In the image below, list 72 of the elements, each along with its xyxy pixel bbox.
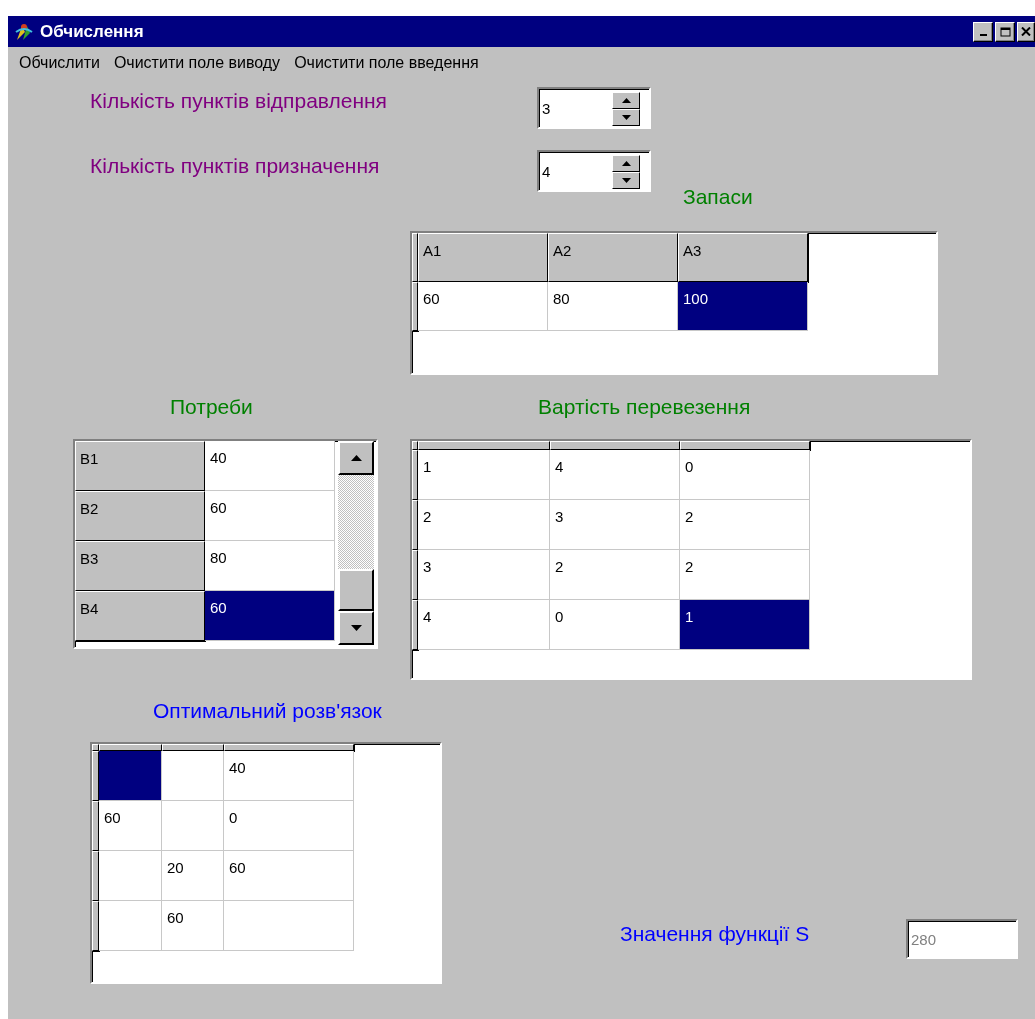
- grid-cell[interactable]: 3: [418, 550, 550, 600]
- grid-cell[interactable]: 3: [550, 500, 680, 550]
- grid-header-cell: B4: [75, 591, 205, 641]
- menu-item[interactable]: Обчислити: [12, 52, 107, 74]
- scroll-down-button[interactable]: [338, 611, 374, 645]
- grid-cell[interactable]: 0: [550, 600, 680, 650]
- grid-header-cell: B3: [75, 541, 205, 591]
- grid-cell[interactable]: 60: [224, 851, 354, 901]
- grid-cell[interactable]: [162, 801, 224, 851]
- menu-item[interactable]: Очистити поле введення: [287, 52, 486, 74]
- grid-cell[interactable]: 40: [205, 441, 335, 491]
- grid-header-cell: B2: [75, 491, 205, 541]
- grid-cell[interactable]: 60: [205, 491, 335, 541]
- field-label: Вартість перевезення: [538, 395, 751, 419]
- spin-down-button[interactable]: [612, 109, 640, 126]
- close-icon: [1021, 27, 1031, 36]
- caret-down-icon: [350, 625, 362, 631]
- menu-item[interactable]: Очистити поле виводу: [106, 52, 288, 74]
- caret-up-icon: [621, 161, 631, 166]
- minimize-icon: [979, 34, 987, 36]
- window-title: Обчислення: [40, 21, 145, 42]
- caret-down-icon: [621, 115, 631, 120]
- grid-cell[interactable]: [162, 751, 224, 801]
- grid-cell[interactable]: 20: [162, 851, 224, 901]
- caret-up-icon: [350, 455, 362, 461]
- spin-down-button[interactable]: [612, 172, 640, 189]
- grid-cell[interactable]: 1: [418, 450, 550, 500]
- grid-cell[interactable]: 4: [550, 450, 680, 500]
- grid-cell[interactable]: 60: [99, 801, 162, 851]
- spin-up-button[interactable]: [612, 155, 640, 172]
- number-field[interactable]: 4: [537, 150, 651, 192]
- grid-cell[interactable]: 2: [680, 550, 810, 600]
- scrollbar-track[interactable]: [338, 441, 374, 645]
- grid-cell[interactable]: 0: [224, 801, 354, 851]
- spin-up-button[interactable]: [612, 92, 640, 109]
- grid-cell[interactable]: 4: [418, 600, 550, 650]
- caret-up-icon: [621, 98, 631, 103]
- field-label: Оптимальний розв'язок: [153, 699, 382, 723]
- grid-cell[interactable]: 80: [205, 541, 335, 591]
- grid-header-cell: B1: [75, 441, 205, 491]
- scroll-up-button[interactable]: [338, 441, 374, 475]
- grid-cell[interactable]: 60: [418, 282, 548, 331]
- grid-cell[interactable]: [99, 851, 162, 901]
- app-icon: [14, 21, 34, 42]
- maximize-button[interactable]: [995, 21, 1015, 42]
- field-label: Потреби: [170, 395, 253, 419]
- grid-cell[interactable]: 40: [224, 751, 354, 801]
- field-label: Кількість пунктів призначення: [90, 154, 380, 178]
- grid-cell[interactable]: 80: [548, 282, 678, 331]
- maximize-icon: [999, 26, 1011, 37]
- minimize-button[interactable]: [973, 21, 993, 42]
- grid-cell[interactable]: 2: [680, 500, 810, 550]
- close-button[interactable]: [1017, 21, 1035, 42]
- grid-cell[interactable]: 2: [550, 550, 680, 600]
- grid-cell[interactable]: 0: [680, 450, 810, 500]
- grid-header-cell: A1: [418, 233, 548, 282]
- grid-cell[interactable]: [224, 901, 354, 951]
- caret-down-icon: [621, 178, 631, 183]
- grid-cell[interactable]: [99, 751, 162, 801]
- grid-cell[interactable]: [99, 901, 162, 951]
- grid-cell[interactable]: 2: [418, 500, 550, 550]
- grid-header-cell: A2: [548, 233, 678, 282]
- grid-cell[interactable]: 100: [678, 282, 808, 331]
- field-label: Кількість пунктів відправлення: [90, 89, 387, 113]
- grid-cell[interactable]: 60: [162, 901, 224, 951]
- field-label: Значення функції S: [620, 922, 810, 946]
- grid-header-cell: A3: [678, 233, 808, 282]
- number-field[interactable]: 3: [537, 87, 651, 129]
- scrollbar-thumb[interactable]: [338, 569, 374, 611]
- field-label: Запаси: [683, 185, 753, 209]
- grid-cell[interactable]: 60: [205, 591, 335, 641]
- grid-cell[interactable]: 1: [680, 600, 810, 650]
